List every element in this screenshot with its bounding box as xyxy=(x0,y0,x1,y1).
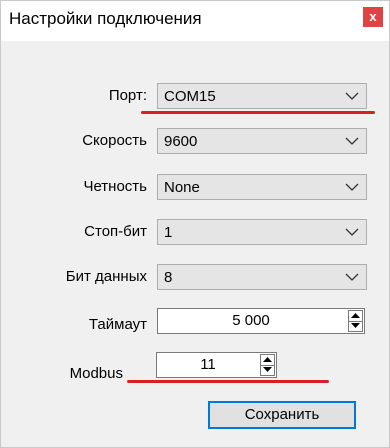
stop-bits-select[interactable]: 1 xyxy=(157,219,367,245)
port-value: COM15 xyxy=(164,88,216,105)
modbus-value: 11 xyxy=(200,356,216,373)
timeout-value: 5 000 xyxy=(232,312,270,329)
connection-settings-window: Настройки подключения x Порт: COM15 Скор… xyxy=(0,0,390,448)
timeout-stepper[interactable]: 5 000 xyxy=(157,308,365,334)
port-label: Порт: xyxy=(108,87,147,104)
parity-value: None xyxy=(164,179,200,196)
close-icon: x xyxy=(369,9,377,24)
data-bits-value: 8 xyxy=(164,269,173,286)
chevron-down-icon xyxy=(345,137,359,145)
port-select[interactable]: COM15 xyxy=(157,83,367,109)
window-title: Настройки подключения xyxy=(9,9,202,28)
save-button[interactable]: Сохранить xyxy=(208,401,356,429)
chevron-down-icon xyxy=(345,273,359,281)
modbus-spin-buttons xyxy=(260,354,275,376)
speed-label: Скорость xyxy=(82,132,147,149)
data-bits-select[interactable]: 8 xyxy=(157,264,367,290)
modbus-address-stepper[interactable]: 11 xyxy=(156,352,277,378)
modbus-decrement-button[interactable] xyxy=(261,365,274,375)
chevron-down-icon xyxy=(345,228,359,236)
title-bar: Настройки подключения x xyxy=(1,1,389,41)
close-button[interactable]: x xyxy=(363,7,383,27)
speed-select[interactable]: 9600 xyxy=(157,128,367,154)
timeout-decrement-button[interactable] xyxy=(349,321,362,331)
arrow-up-icon xyxy=(263,357,272,362)
timeout-spin-buttons xyxy=(348,310,363,332)
stop-bits-label: Стоп-бит xyxy=(84,223,147,240)
timeout-label: Таймаут xyxy=(88,316,147,333)
arrow-up-icon xyxy=(351,313,360,318)
chevron-down-icon xyxy=(345,183,359,191)
parity-select[interactable]: None xyxy=(157,174,367,200)
port-annotation-underline xyxy=(141,111,375,114)
parity-label: Четность xyxy=(83,178,147,195)
speed-value: 9600 xyxy=(164,133,198,150)
chevron-down-icon xyxy=(345,92,359,100)
modbus-annotation-underline xyxy=(127,380,329,383)
stop-bits-value: 1 xyxy=(164,224,173,241)
modbus-label: Modbus xyxy=(69,365,123,382)
data-bits-label: Бит данных xyxy=(65,268,147,285)
arrow-down-icon xyxy=(351,323,360,328)
arrow-down-icon xyxy=(263,367,272,372)
